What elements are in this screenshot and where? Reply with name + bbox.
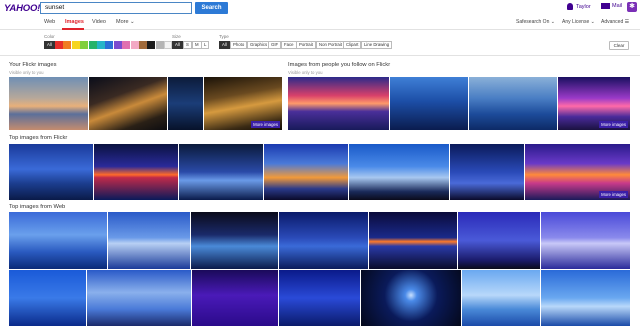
type-linedrawing-chip[interactable]: Line Drawing (361, 41, 393, 49)
type-graphics-chip[interactable]: Graphics (247, 41, 271, 49)
top-web-title: Top images from Web (9, 204, 66, 210)
image-thumbnail[interactable] (9, 77, 88, 130)
user-name: Taylor (576, 3, 591, 10)
type-filter-label: Type (219, 34, 229, 39)
color-swatch[interactable] (63, 41, 72, 49)
settings-gear-icon[interactable]: ✱ (627, 2, 637, 12)
color-swatch[interactable] (122, 41, 131, 49)
color-swatch[interactable] (155, 41, 164, 49)
type-clipart-chip[interactable]: Clipart (343, 41, 362, 49)
image-thumbnail[interactable] (390, 77, 468, 130)
color-swatch[interactable] (55, 41, 63, 49)
image-thumbnail[interactable] (458, 212, 540, 269)
type-photo-chip[interactable]: Photo (230, 41, 248, 49)
color-swatch[interactable] (80, 41, 89, 49)
search-vertical-nav: Web Images Video More ⌄ Safesearch On ⌄ … (0, 16, 640, 30)
image-thumbnail[interactable] (9, 270, 86, 326)
size-filter-label: Size (172, 34, 181, 39)
people-follow-title: Images from people you follow on Flickr (288, 62, 391, 68)
header-bar: YAHOO! sunset Search Taylor Mail ✱ (0, 0, 640, 16)
size-l-chip[interactable]: L (201, 41, 210, 49)
color-swatch[interactable] (105, 41, 114, 49)
your-flickr-subtitle: Visible only to you (9, 70, 44, 75)
mail-label: Mail (612, 3, 623, 9)
user-menu[interactable]: Taylor (567, 3, 591, 10)
image-thumbnail[interactable] (89, 77, 167, 130)
image-thumbnail[interactable] (191, 212, 278, 269)
image-thumbnail[interactable] (168, 77, 203, 130)
top-flickr-title: Top images from Flickr (9, 135, 68, 141)
type-gif-chip[interactable]: GIF (268, 41, 282, 49)
color-swatch[interactable] (71, 41, 80, 49)
color-swatch[interactable] (164, 41, 173, 49)
clear-filters-button[interactable]: Clear (609, 41, 629, 50)
tab-more[interactable]: More ⌄ (116, 19, 135, 25)
advanced-menu[interactable]: Advanced ☰ (601, 19, 629, 25)
color-swatch[interactable] (139, 41, 147, 49)
filter-bar: Color All Size All S M L Type All Photo … (0, 30, 640, 56)
tab-web[interactable]: Web (44, 19, 55, 25)
size-s-chip[interactable]: S (183, 41, 192, 49)
image-thumbnail[interactable] (94, 144, 178, 200)
image-thumbnail[interactable] (462, 270, 540, 326)
image-thumbnail[interactable] (541, 212, 630, 269)
color-swatch[interactable] (130, 41, 139, 49)
type-nonportrait-chip[interactable]: Non Portrait (316, 41, 345, 49)
image-thumbnail[interactable] (192, 270, 278, 326)
image-thumbnail[interactable] (361, 270, 461, 326)
color-all-chip[interactable]: All (44, 41, 55, 49)
type-portrait-chip[interactable]: Portrait (296, 41, 316, 49)
image-thumbnail[interactable] (264, 144, 348, 200)
image-thumbnail[interactable] (369, 212, 457, 269)
safesearch-dropdown[interactable]: Safesearch On ⌄ (516, 19, 555, 25)
image-thumbnail[interactable]: More images (204, 77, 282, 130)
image-thumbnail[interactable]: More images (525, 144, 630, 200)
color-swatch[interactable] (88, 41, 97, 49)
search-input[interactable]: sunset (40, 2, 192, 14)
image-thumbnail[interactable] (288, 77, 389, 130)
type-face-chip[interactable]: Face (281, 41, 297, 49)
more-images-button[interactable]: More images (251, 121, 280, 128)
image-thumbnail[interactable] (179, 144, 263, 200)
image-thumbnail[interactable] (9, 212, 107, 269)
tab-video[interactable]: Video (92, 19, 106, 25)
mail-icon (601, 3, 610, 9)
your-flickr-title: Your Flickr images (9, 62, 57, 68)
more-images-button[interactable]: More images (599, 191, 628, 198)
image-thumbnail[interactable] (469, 77, 557, 130)
mail-link[interactable]: Mail (601, 3, 622, 9)
image-thumbnail[interactable] (279, 212, 368, 269)
type-all-chip[interactable]: All (219, 41, 230, 49)
yahoo-logo[interactable]: YAHOO! (4, 3, 40, 14)
size-all-chip[interactable]: All (172, 41, 183, 49)
color-swatch[interactable] (113, 41, 122, 49)
color-swatch[interactable] (97, 41, 105, 49)
people-follow-subtitle: Visible only to you (288, 70, 323, 75)
more-images-button[interactable]: More images (599, 121, 628, 128)
image-thumbnail[interactable] (9, 144, 93, 200)
image-thumbnail[interactable] (541, 270, 630, 326)
image-thumbnail[interactable] (450, 144, 524, 200)
tab-images[interactable]: Images (65, 19, 84, 25)
color-filter-label: Color (44, 34, 55, 39)
image-thumbnail[interactable] (279, 270, 360, 326)
image-thumbnail[interactable] (87, 270, 191, 326)
search-button[interactable]: Search (195, 2, 228, 14)
color-swatch[interactable] (147, 41, 156, 49)
image-thumbnail[interactable] (108, 212, 190, 269)
user-icon (567, 3, 573, 10)
license-dropdown[interactable]: Any License ⌄ (562, 19, 595, 25)
image-thumbnail[interactable] (349, 144, 449, 200)
image-thumbnail[interactable]: More images (558, 77, 630, 130)
